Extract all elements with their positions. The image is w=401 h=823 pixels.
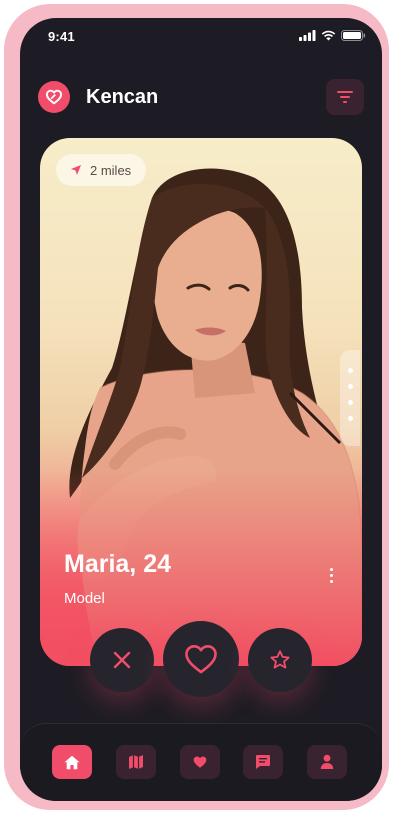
wifi-icon	[321, 30, 336, 41]
location-arrow-icon	[71, 165, 81, 175]
nav-home[interactable]	[52, 745, 92, 779]
heart-logo-icon	[45, 89, 63, 105]
chat-icon	[256, 755, 270, 769]
nav-map[interactable]	[116, 745, 156, 779]
status-icons	[299, 30, 366, 41]
filter-button[interactable]	[326, 79, 364, 115]
filter-icon	[337, 91, 353, 103]
status-bar: 9:41	[20, 18, 382, 56]
home-icon	[64, 755, 80, 769]
user-icon	[320, 754, 334, 769]
bottom-navigation	[20, 723, 382, 801]
photo-indicator[interactable]	[340, 350, 360, 446]
phone-frame: 9:41 Kencan 2 miles Maria, 24 Model	[4, 4, 389, 810]
like-button[interactable]	[163, 621, 239, 697]
distance-badge: 2 miles	[56, 154, 146, 186]
profile-photo	[40, 168, 362, 666]
heart-icon	[193, 756, 207, 768]
photo-dot[interactable]	[348, 400, 353, 405]
nav-chat[interactable]	[243, 745, 283, 779]
profile-card[interactable]: 2 miles Maria, 24 Model	[40, 138, 362, 666]
nav-profile[interactable]	[307, 745, 347, 779]
profile-name: Maria, 24	[64, 550, 172, 578]
nav-likes[interactable]	[180, 745, 220, 779]
photo-dot[interactable]	[348, 368, 353, 373]
heart-outline-icon	[185, 645, 217, 674]
map-icon	[129, 755, 143, 769]
distance-text: 2 miles	[90, 162, 132, 178]
close-icon	[113, 651, 131, 669]
photo-dot[interactable]	[348, 384, 353, 389]
status-time: 9:41	[48, 29, 75, 44]
pass-button[interactable]	[90, 628, 154, 692]
profile-occupation: Model	[64, 590, 105, 607]
battery-icon	[341, 30, 366, 41]
photo-dot[interactable]	[348, 416, 353, 421]
star-icon	[270, 650, 290, 669]
signal-icon	[299, 30, 316, 41]
app-logo	[38, 81, 70, 113]
super-like-button[interactable]	[248, 628, 312, 692]
app-screen: 9:41 Kencan 2 miles Maria, 24 Model	[20, 18, 382, 801]
app-title: Kencan	[86, 86, 159, 108]
app-header: Kencan	[38, 78, 364, 118]
more-vertical-icon[interactable]	[326, 568, 336, 588]
